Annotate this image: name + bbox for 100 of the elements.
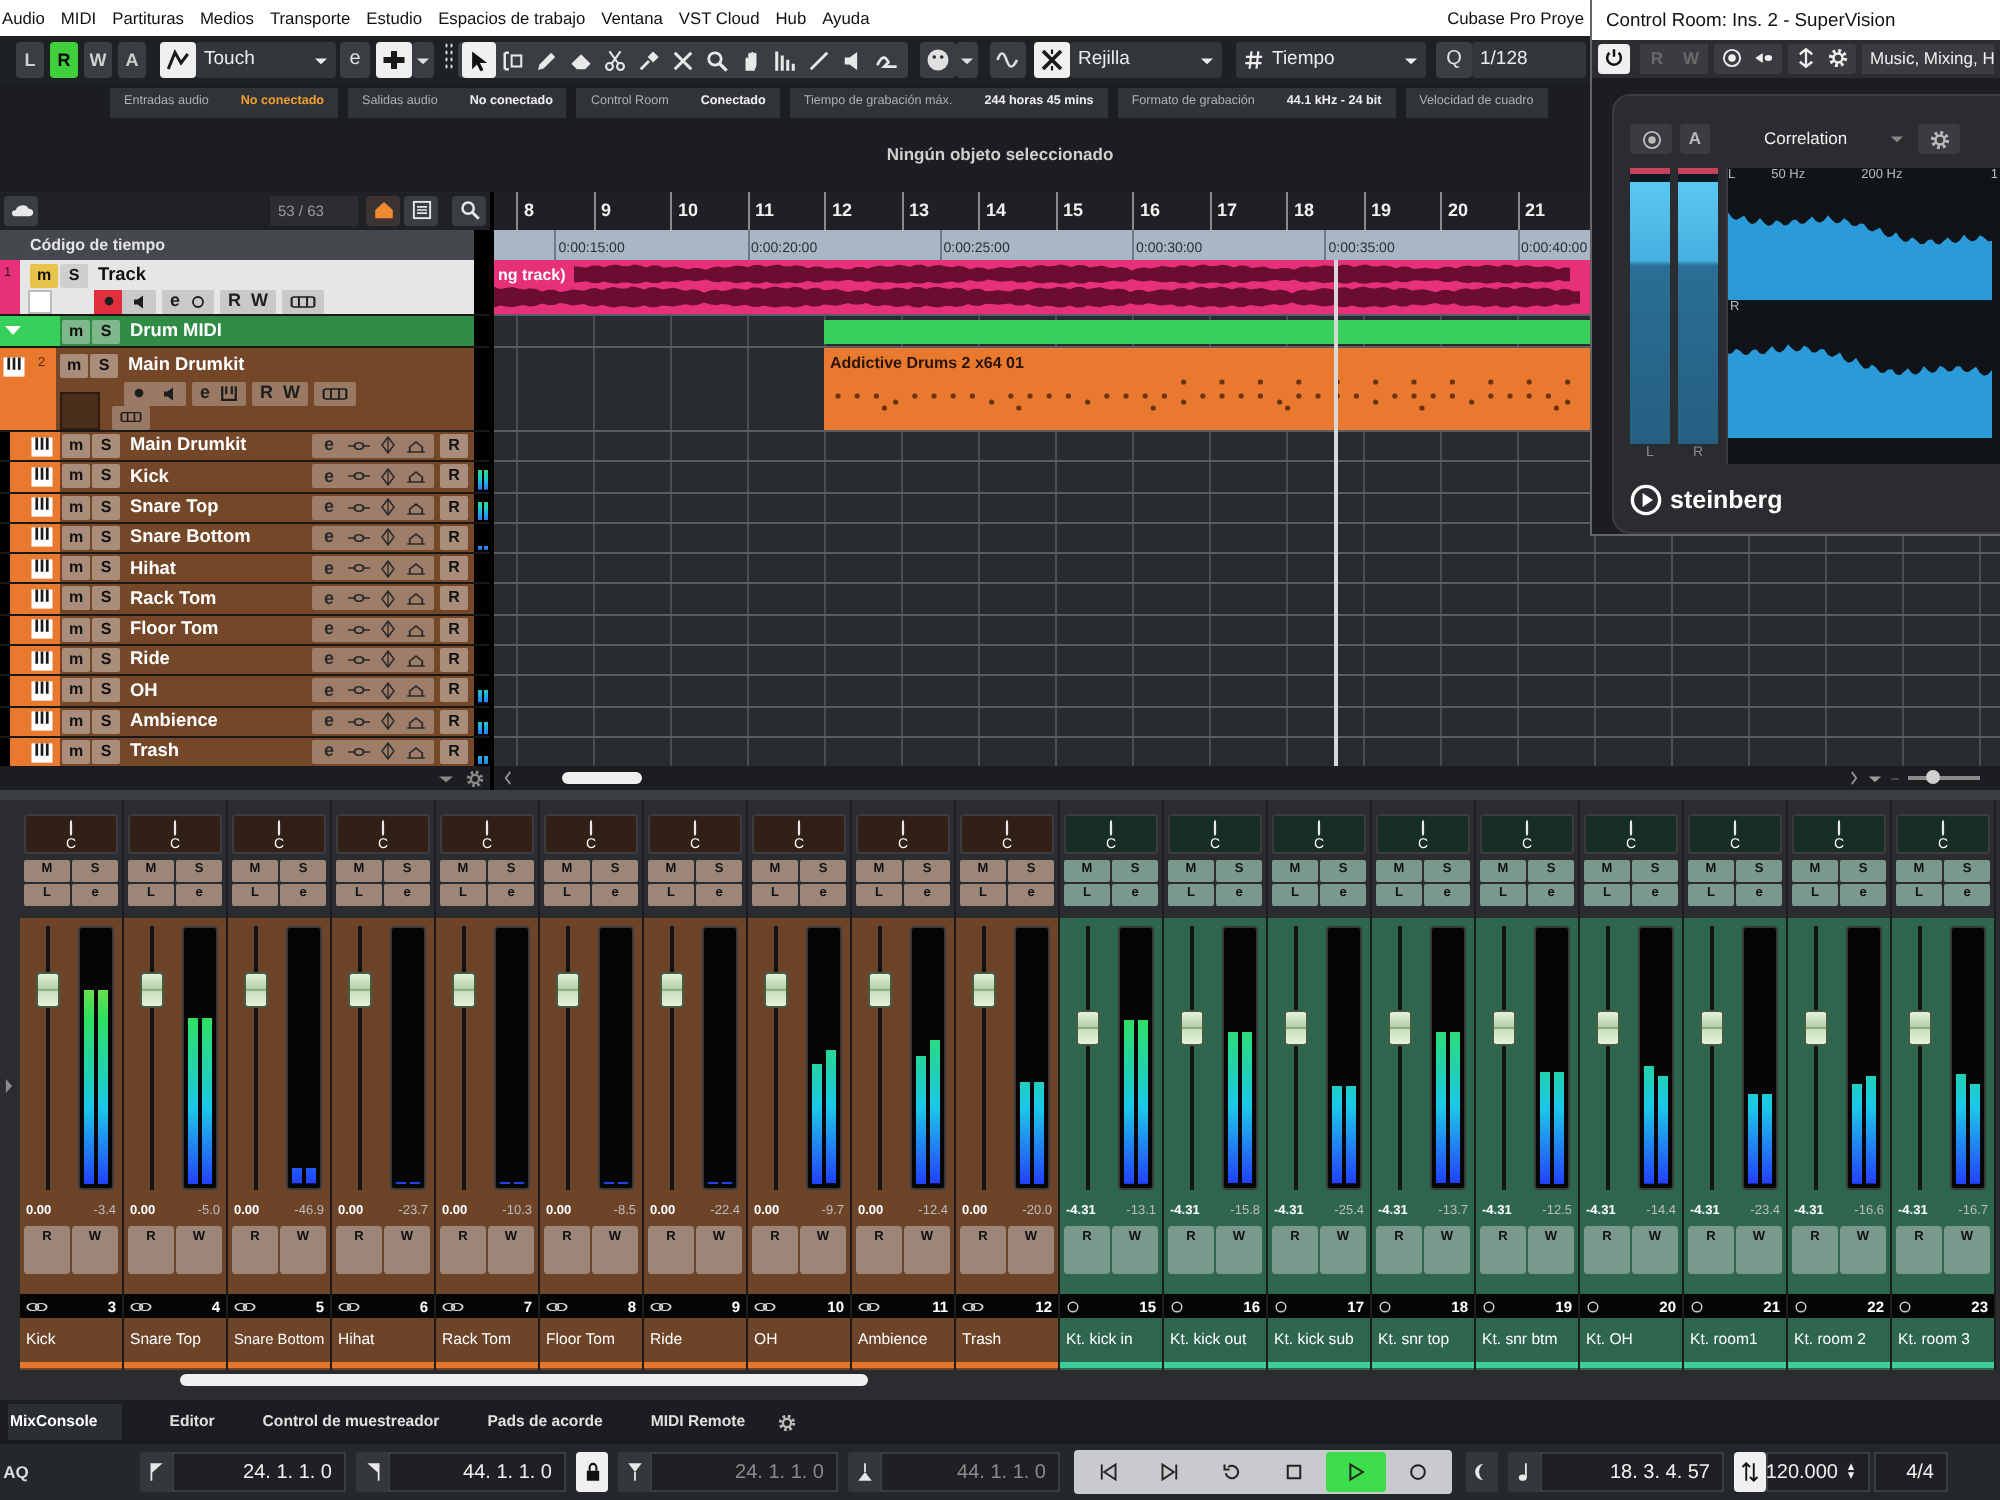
- expand-icon[interactable]: [4, 1077, 14, 1093]
- read-button[interactable]: R: [440, 586, 468, 611]
- diamond-icon[interactable]: [380, 559, 396, 578]
- arch-icon[interactable]: [406, 713, 426, 730]
- mute-button[interactable]: m: [30, 263, 58, 288]
- fader-thumb[interactable]: [556, 971, 580, 1008]
- fader-thumb[interactable]: [348, 971, 372, 1008]
- house-button[interactable]: [366, 195, 400, 226]
- fader-thumb[interactable]: [1284, 1010, 1308, 1047]
- menu-item[interactable]: Ventana: [593, 7, 671, 29]
- track-header[interactable]: m S Ride e R: [0, 645, 490, 677]
- menu-item[interactable]: Transporte: [261, 7, 359, 29]
- track-header[interactable]: m S Main Drumkit e R: [0, 431, 490, 463]
- diamond-icon[interactable]: [380, 498, 396, 516]
- menu-item[interactable]: Audio: [0, 7, 53, 29]
- fader-thumb[interactable]: [1908, 1010, 1932, 1047]
- locator-field[interactable]: 18. 3. 4. 57: [1540, 1452, 1724, 1492]
- arch-icon[interactable]: [406, 560, 426, 577]
- menu-item[interactable]: Medios: [191, 7, 262, 29]
- solo-button[interactable]: S: [92, 556, 120, 581]
- cloud-button[interactable]: [4, 195, 38, 226]
- search-button[interactable]: [452, 195, 486, 226]
- automation-button[interactable]: W: [84, 42, 112, 78]
- read-button[interactable]: R: [440, 464, 468, 489]
- edit-button[interactable]: e: [320, 712, 338, 731]
- diamond-icon[interactable]: [380, 681, 396, 700]
- edit-button[interactable]: e: [320, 498, 338, 516]
- snap-button[interactable]: [990, 42, 1026, 78]
- read-button[interactable]: R: [260, 384, 274, 403]
- mute-button[interactable]: m: [62, 525, 90, 550]
- solo-button[interactable]: S: [92, 709, 120, 734]
- keyboard-icon[interactable]: [220, 384, 239, 403]
- fader-thumb[interactable]: [972, 971, 996, 1008]
- diamond-icon[interactable]: [380, 528, 396, 547]
- lanes-icon[interactable]: [120, 410, 142, 425]
- menu-item[interactable]: VST Cloud: [670, 7, 768, 29]
- fader-thumb[interactable]: [140, 971, 164, 1008]
- automation-mode-dropdown[interactable]: Touch: [196, 42, 336, 78]
- speaker-icon[interactable]: [162, 385, 178, 402]
- mute-button[interactable]: m: [62, 739, 90, 764]
- diamond-icon[interactable]: [380, 620, 396, 639]
- read-button[interactable]: R: [440, 433, 468, 458]
- menu-item[interactable]: Ayuda: [814, 7, 878, 29]
- edit-button[interactable]: e: [320, 620, 338, 639]
- track-header[interactable]: m S Hihat e R: [0, 554, 490, 585]
- mute-button[interactable]: m: [62, 464, 90, 489]
- track-header[interactable]: m S OH e R: [0, 676, 490, 708]
- solo-button[interactable]: S: [60, 263, 88, 288]
- record-enable-button[interactable]: [94, 289, 122, 314]
- solo-button[interactable]: S: [92, 647, 120, 672]
- automation-button[interactable]: A: [118, 42, 146, 78]
- arch-icon[interactable]: [406, 499, 426, 515]
- dropdown-button[interactable]: [956, 42, 978, 78]
- fader-thumb[interactable]: [1388, 1010, 1412, 1047]
- edit-button[interactable]: e: [320, 681, 338, 700]
- settings-icon[interactable]: [466, 769, 484, 787]
- caret-icon[interactable]: [1868, 773, 1882, 783]
- fader-thumb[interactable]: [244, 971, 268, 1008]
- arch-icon[interactable]: [406, 621, 426, 638]
- menu-item[interactable]: MIDI: [52, 7, 105, 29]
- diamond-icon[interactable]: [380, 712, 396, 731]
- mute-button[interactable]: m: [62, 678, 90, 703]
- transport-button[interactable]: [1326, 1452, 1386, 1492]
- mute-button[interactable]: m: [62, 433, 90, 458]
- snap-type-button[interactable]: [1034, 42, 1070, 78]
- edit-button[interactable]: e: [170, 292, 181, 311]
- solo-button[interactable]: S: [92, 739, 120, 764]
- edit-button[interactable]: e: [320, 528, 338, 547]
- empty-square-field[interactable]: [28, 289, 52, 314]
- arch-icon[interactable]: [406, 682, 426, 699]
- diamond-icon[interactable]: [380, 589, 396, 608]
- locator-button[interactable]: [848, 1452, 880, 1492]
- track-header[interactable]: m S Kick e R: [0, 462, 490, 493]
- solo-button[interactable]: S: [90, 353, 118, 378]
- edit-button[interactable]: e: [340, 42, 370, 78]
- target-icon[interactable]: [1722, 48, 1742, 69]
- lanes-icon[interactable]: [322, 385, 349, 402]
- list-button[interactable]: [404, 195, 438, 226]
- track-header[interactable]: m S Drum MIDI: [0, 315, 490, 348]
- write-button[interactable]: W: [251, 292, 269, 311]
- locator-field[interactable]: 24. 1. 1. 0: [172, 1452, 346, 1492]
- automation-button[interactable]: R: [50, 42, 78, 78]
- mute-button[interactable]: m: [62, 495, 90, 519]
- slider-thumb[interactable]: [1925, 770, 1940, 784]
- mute-button[interactable]: m: [62, 586, 90, 611]
- fader-thumb[interactable]: [660, 971, 684, 1008]
- target-button[interactable]: [1630, 124, 1672, 154]
- a-button[interactable]: A: [1680, 124, 1710, 154]
- click-button[interactable]: [1466, 1452, 1498, 1492]
- fader-thumb[interactable]: [452, 971, 476, 1008]
- tool-button[interactable]: [462, 42, 496, 78]
- grid-type-dropdown[interactable]: Tiempo: [1236, 42, 1426, 78]
- diamond-icon[interactable]: [380, 742, 396, 761]
- fader-thumb[interactable]: [1804, 1010, 1828, 1047]
- edit-button[interactable]: e: [320, 559, 338, 578]
- fader-thumb[interactable]: [1076, 1010, 1100, 1047]
- arch-icon[interactable]: [406, 743, 426, 760]
- locator-field[interactable]: 44. 1. 1. 0: [388, 1452, 566, 1492]
- locator-button[interactable]: [618, 1452, 650, 1492]
- fader-thumb[interactable]: [1492, 1010, 1516, 1047]
